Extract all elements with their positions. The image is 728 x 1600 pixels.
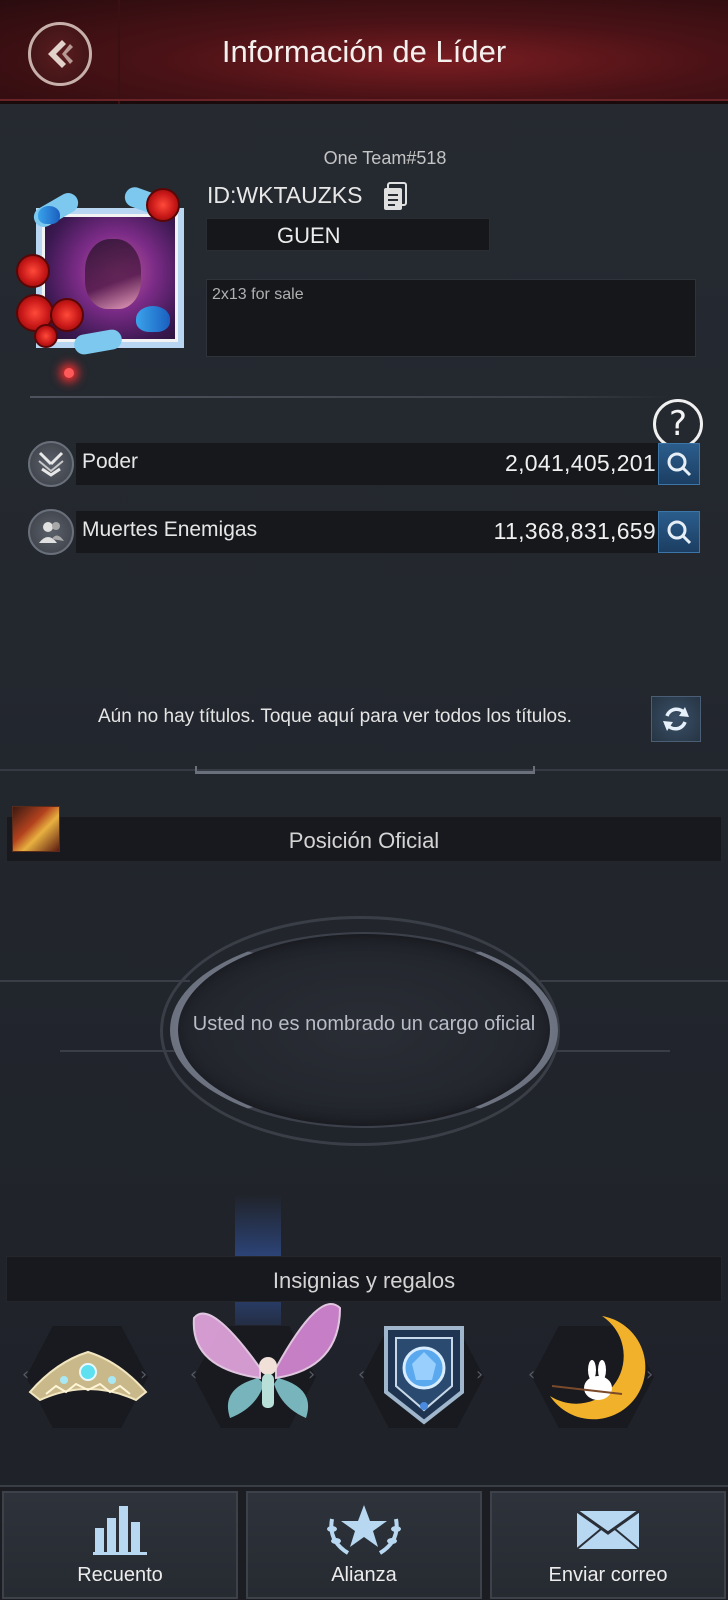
official-position-icon — [12, 806, 60, 852]
blue-gem-shield-icon — [384, 1326, 464, 1425]
bio-text: 2x13 for sale — [212, 286, 304, 303]
profile-divider — [30, 396, 670, 398]
badge-item[interactable]: ‹ › — [22, 1322, 152, 1432]
official-section-header: Posición Oficial — [6, 816, 722, 862]
leader-info-screen: Información de Líder One Team#518 ID:WKT… — [0, 0, 728, 1600]
butterfly-decoration — [136, 306, 170, 332]
badges-section-header: Insignias y regalos — [6, 1256, 722, 1302]
section-divider — [0, 766, 728, 776]
stat-bar: Poder 2,041,405,201 — [76, 443, 660, 485]
rose-decoration — [16, 254, 50, 288]
sparkle-decoration — [64, 368, 74, 378]
nav-label: Alianza — [331, 1564, 397, 1586]
official-section-label: Posición Oficial — [288, 828, 440, 853]
fairy-butterfly-icon — [192, 1303, 342, 1418]
stat-value: 11,368,831,659 — [493, 518, 656, 544]
stat-value: 2,041,405,201 — [505, 450, 656, 476]
search-icon — [667, 520, 692, 545]
envelope-icon — [576, 1509, 640, 1550]
rose-decoration — [50, 298, 84, 332]
bio-field: 2x13 for sale — [206, 279, 696, 357]
copy-icon[interactable] — [382, 182, 408, 212]
nav-label: Enviar correo — [548, 1564, 668, 1586]
butterfly-decoration — [38, 206, 60, 224]
nav-button-recuento[interactable]: Recuento — [2, 1491, 238, 1599]
search-icon — [667, 452, 692, 477]
stat-label: Poder — [82, 450, 139, 473]
moon-rabbit-icon — [550, 1316, 646, 1420]
titles-refresh-button[interactable] — [651, 696, 701, 742]
player-name-field: GUEN — [206, 218, 490, 251]
badges-row: ‹ › ‹ › ‹ › ‹ › — [0, 1303, 728, 1432]
rose-decoration — [34, 324, 58, 348]
stat-row-kills: Muertes Enemigas 11,368,831,659 — [28, 509, 700, 555]
badge-item[interactable]: ‹ › — [358, 1322, 488, 1432]
swords-icon — [28, 441, 74, 487]
nav-button-enviar-correo[interactable]: Enviar correo — [490, 1491, 726, 1599]
bar-chart-icon — [93, 1506, 147, 1555]
bottom-nav: Recuento Alianza Enviar correo — [0, 1485, 728, 1600]
ring-line — [540, 1050, 670, 1052]
badge-item[interactable]: ‹ › — [190, 1303, 342, 1432]
official-position-message: Usted no es nombrado un cargo oficial — [192, 1013, 536, 1035]
nav-label: Recuento — [77, 1564, 163, 1586]
avatar-portrait — [85, 239, 141, 309]
badges-section-label: Insignias y regalos — [272, 1268, 456, 1293]
ring-line — [540, 980, 728, 982]
player-id: ID:WKTAUZKS — [207, 182, 363, 208]
stat-bar: Muertes Enemigas 11,368,831,659 — [76, 511, 660, 553]
page-title: Información de Líder — [221, 34, 507, 69]
users-icon — [28, 509, 74, 555]
official-position-panel: Usted no es nombrado un cargo oficial — [0, 900, 728, 1160]
kills-search-button[interactable] — [658, 511, 700, 553]
rose-decoration — [146, 188, 180, 222]
stat-row-power: Poder 2,041,405,201 — [28, 441, 700, 487]
nav-button-alianza[interactable]: Alianza — [246, 1491, 482, 1599]
header-bar: Información de Líder — [0, 0, 728, 104]
alliance-star-laurel-icon — [327, 1505, 401, 1555]
player-name: GUEN — [277, 223, 341, 248]
ring-line — [0, 980, 190, 982]
server-label: One Team#518 — [323, 148, 447, 168]
question-icon: ? — [668, 404, 688, 444]
power-search-button[interactable] — [658, 443, 700, 485]
badge-item[interactable]: ‹ › — [528, 1316, 658, 1432]
titles-message[interactable]: Aún no hay títulos. Toque aquí para ver … — [98, 706, 572, 728]
crown-tiara-icon — [28, 1350, 148, 1402]
refresh-icon — [663, 707, 689, 731]
avatar[interactable] — [14, 182, 204, 362]
stat-label: Muertes Enemigas — [82, 518, 258, 541]
